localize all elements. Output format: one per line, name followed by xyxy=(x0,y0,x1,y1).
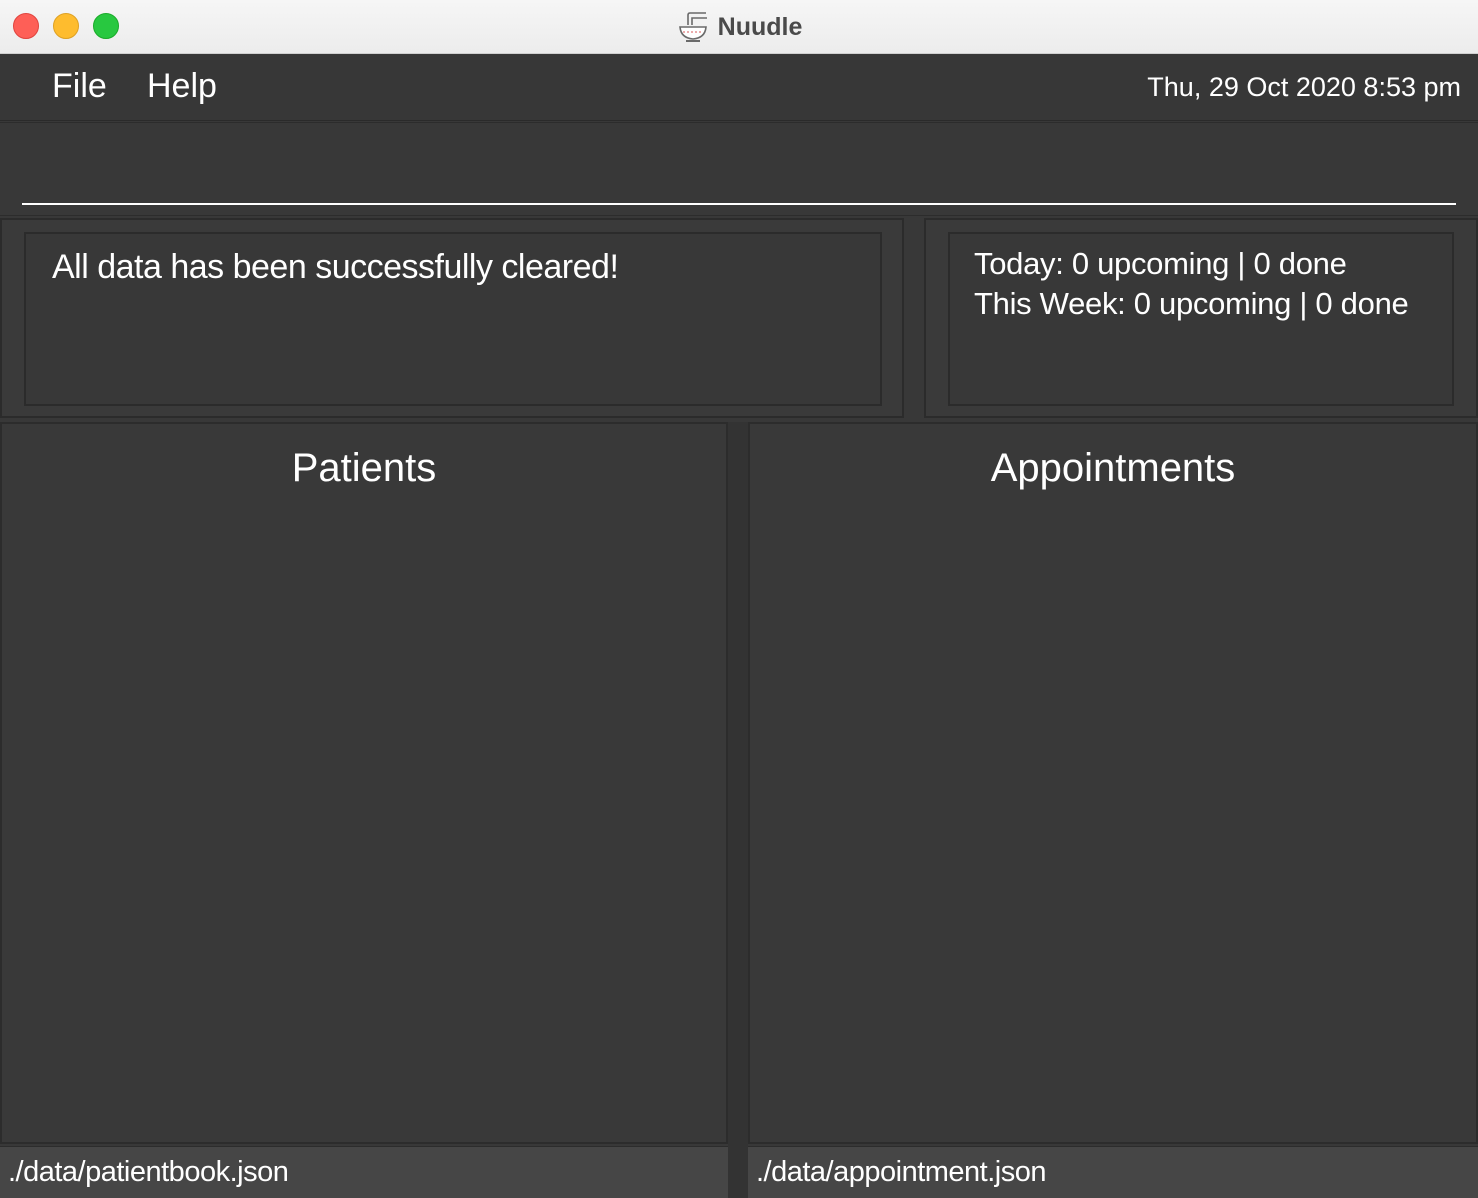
appointments-panel: Appointments xyxy=(748,422,1478,1144)
patients-storage-path: ./data/patientbook.json xyxy=(8,1156,289,1188)
appointments-title: Appointments xyxy=(990,446,1236,490)
command-box xyxy=(0,122,1478,216)
menu-bar: File Help Thu, 29 Oct 2020 8:53 pm xyxy=(0,55,1478,121)
patients-status-bar: ./data/patientbook.json xyxy=(0,1146,728,1198)
menu-file[interactable]: File xyxy=(52,67,107,106)
app-window: Nuudle File Help Thu, 29 Oct 2020 8:53 p… xyxy=(0,0,1478,1198)
menu-help[interactable]: Help xyxy=(147,67,217,106)
appointments-status-bar: ./data/appointment.json xyxy=(748,1146,1478,1198)
stats-this-week: This Week: 0 upcoming | 0 done xyxy=(974,286,1409,321)
appointments-list[interactable] xyxy=(756,514,1470,1136)
stats-box: Today: 0 upcoming | 0 done This Week: 0 … xyxy=(948,232,1454,406)
stats-today: Today: 0 upcoming | 0 done xyxy=(974,246,1347,281)
command-input[interactable] xyxy=(22,131,1456,205)
window-title-group: Nuudle xyxy=(0,0,1478,54)
patients-list[interactable] xyxy=(8,514,720,1136)
clock-display: Thu, 29 Oct 2020 8:53 pm xyxy=(1147,72,1461,102)
result-display-panel: All data has been successfully cleared! xyxy=(0,218,904,418)
result-display-box: All data has been successfully cleared! xyxy=(24,232,882,406)
patients-panel: Patients xyxy=(0,422,728,1144)
noodle-bowl-icon xyxy=(676,11,710,43)
patients-title: Patients xyxy=(291,446,437,490)
window-title: Nuudle xyxy=(717,12,803,41)
panel-splitter[interactable] xyxy=(728,422,748,1198)
title-bar[interactable]: Nuudle xyxy=(0,0,1478,54)
appointments-storage-path: ./data/appointment.json xyxy=(756,1156,1046,1188)
result-message: All data has been successfully cleared! xyxy=(52,248,619,286)
stats-panel: Today: 0 upcoming | 0 done This Week: 0 … xyxy=(924,218,1478,418)
